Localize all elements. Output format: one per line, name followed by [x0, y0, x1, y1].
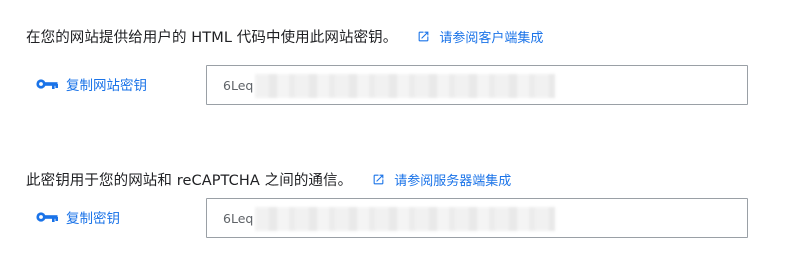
key-icon	[36, 79, 58, 89]
redaction-mask	[255, 74, 555, 98]
client-integration-link[interactable]: 请参阅客户端集成	[417, 27, 543, 46]
key-icon	[36, 212, 58, 222]
server-integration-link[interactable]: 请参阅服务器端集成	[372, 170, 511, 189]
site-key-description-row: 在您的网站提供给用户的 HTML 代码中使用此网站密钥。 请参阅客户端集成	[26, 26, 543, 46]
secret-key-description: 此密钥用于您的网站和 reCAPTCHA 之间的通信。	[26, 172, 353, 189]
secret-key-value: 6Leq	[223, 210, 254, 226]
client-integration-link-label: 请参阅客户端集成	[439, 30, 544, 46]
secret-key-description-row: 此密钥用于您的网站和 reCAPTCHA 之间的通信。 请参阅服务器端集成	[26, 169, 511, 189]
external-link-icon	[373, 174, 384, 184]
site-key-field[interactable]: 6Leq	[206, 65, 748, 105]
server-integration-link-label: 请参阅服务器端集成	[394, 173, 512, 189]
copy-secret-key-label: 复制密钥	[66, 211, 120, 227]
external-link-icon	[419, 31, 429, 41]
copy-site-key-label: 复制网站密钥	[66, 78, 147, 94]
site-key-value: 6Leq	[223, 77, 254, 93]
redaction-mask	[255, 207, 555, 231]
secret-key-field[interactable]: 6Leq	[206, 198, 748, 238]
copy-site-key-button[interactable]: 复制网站密钥	[36, 74, 147, 94]
copy-secret-key-button[interactable]: 复制密钥	[36, 207, 120, 227]
site-key-description: 在您的网站提供给用户的 HTML 代码中使用此网站密钥。	[26, 29, 398, 46]
